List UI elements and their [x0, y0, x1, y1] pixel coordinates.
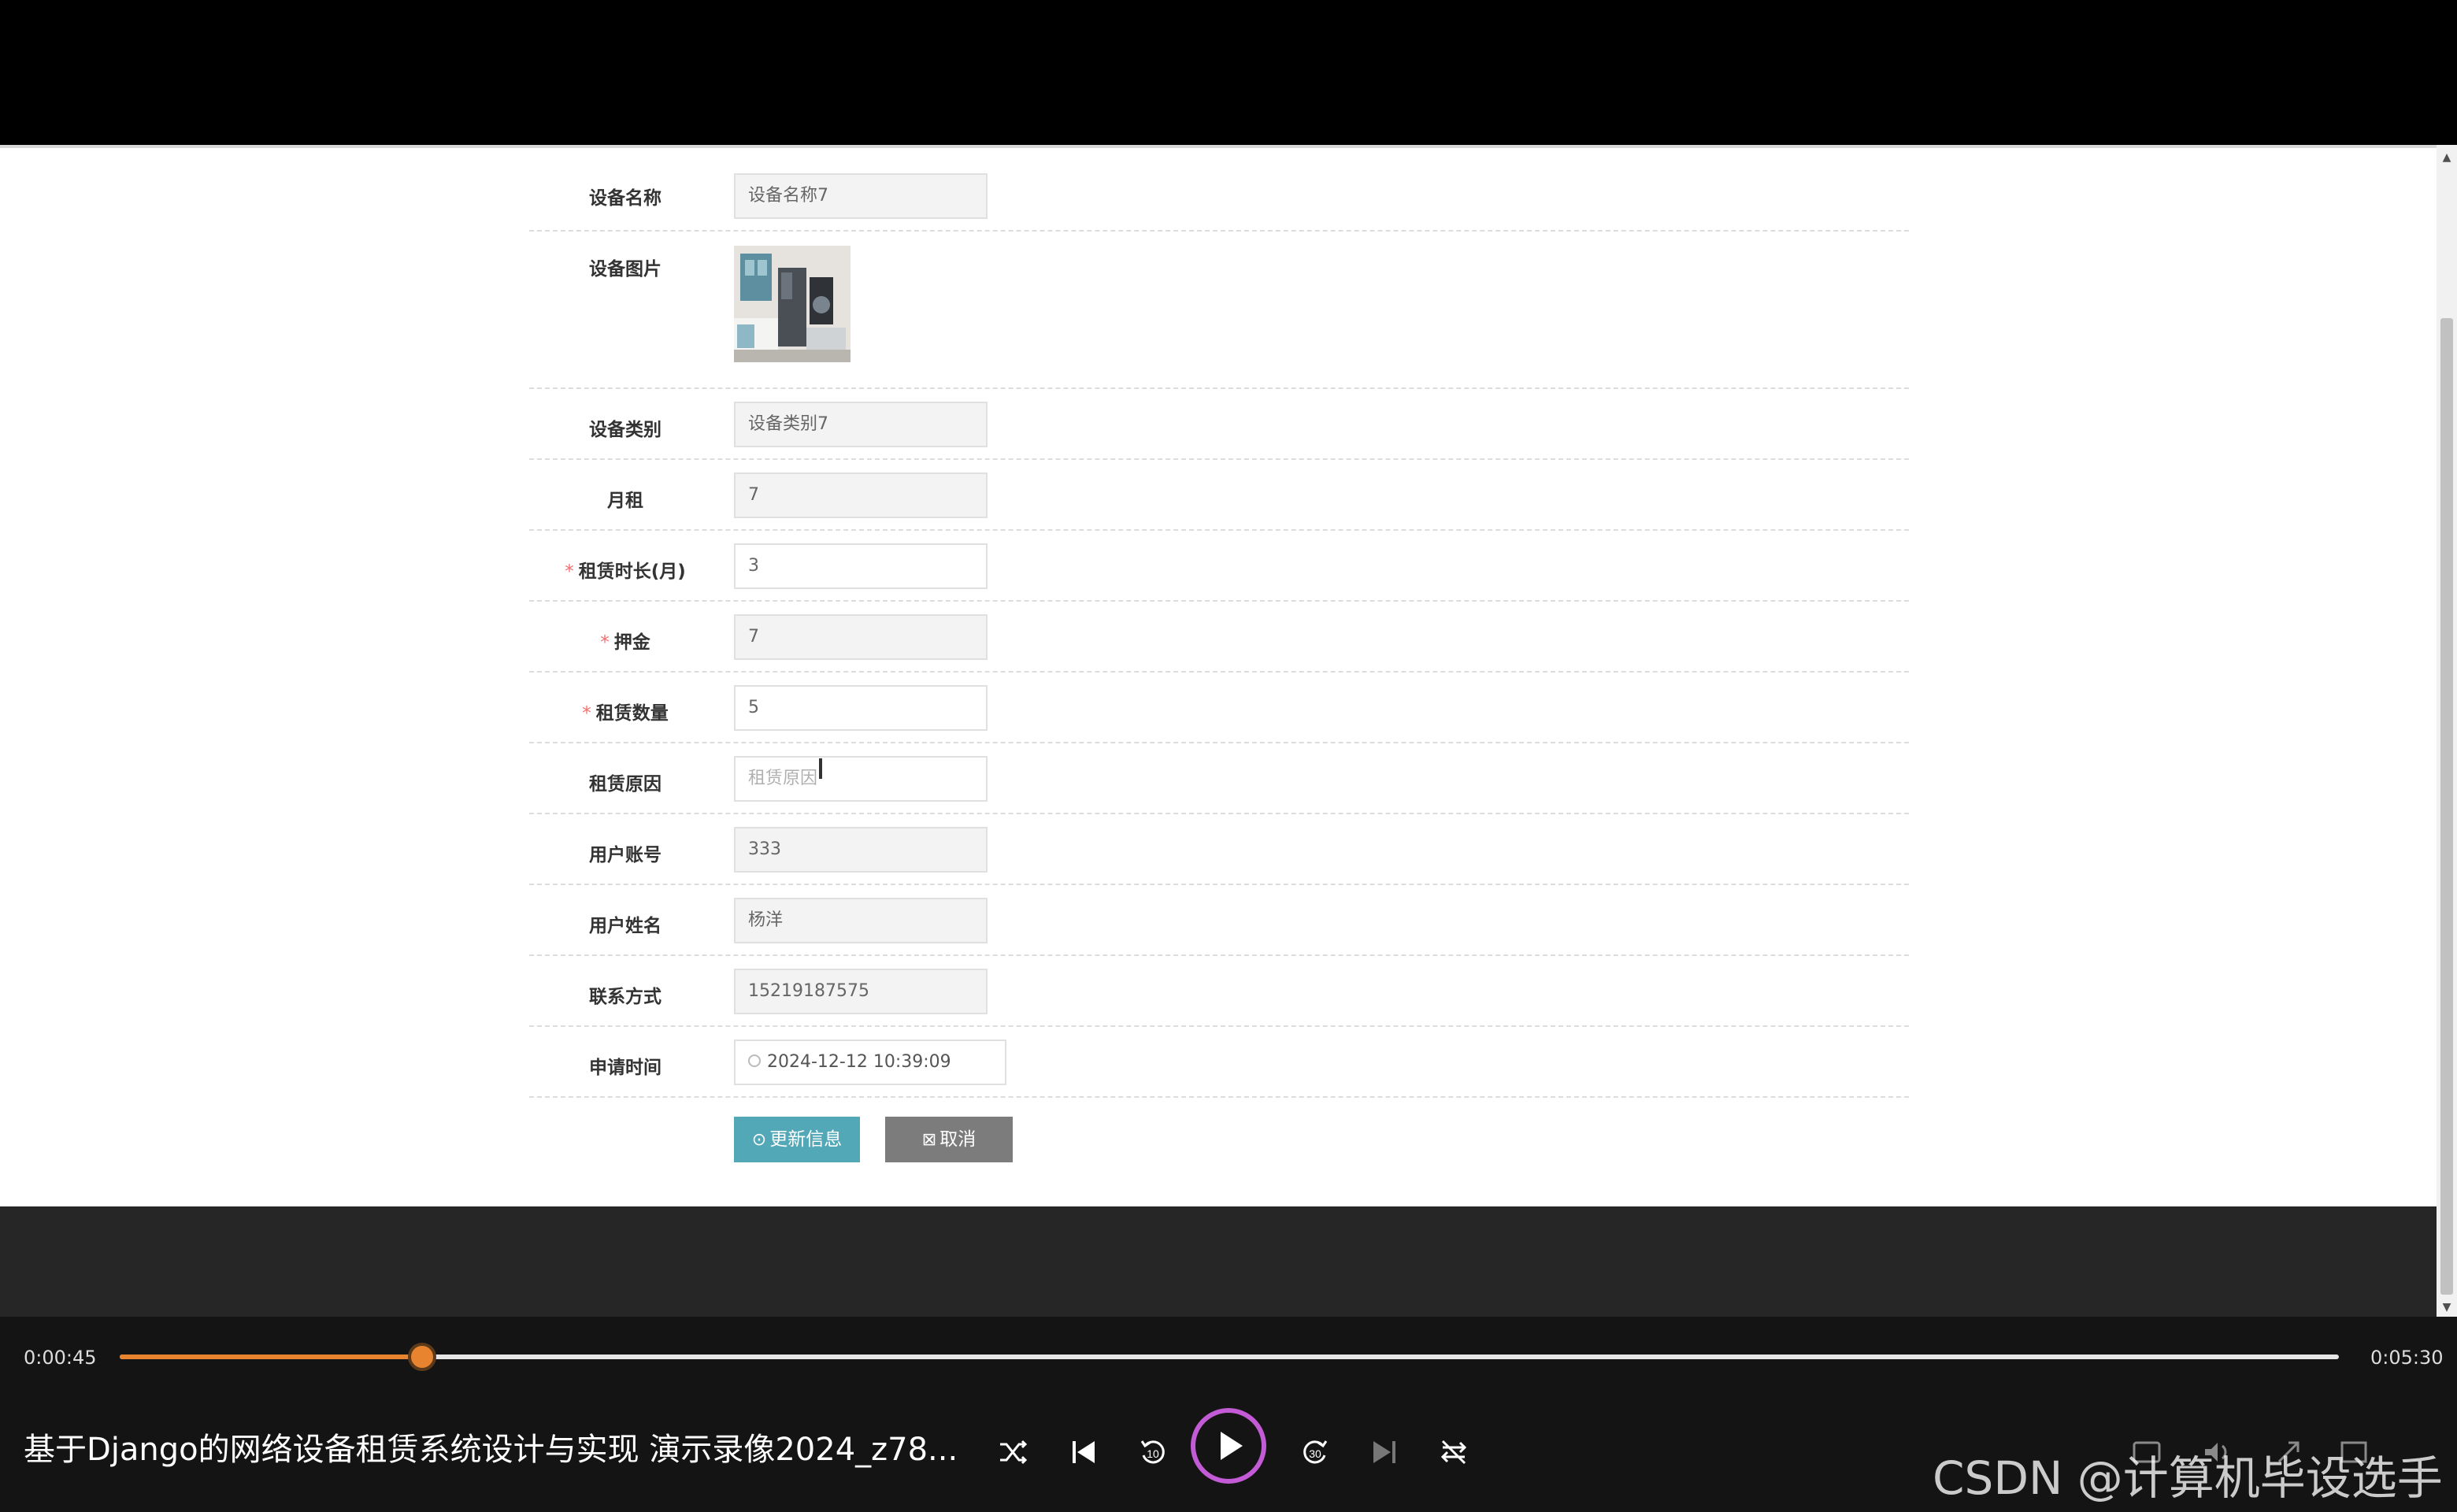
- device-category-input[interactable]: 设备类别7: [734, 402, 988, 447]
- svg-text:10: 10: [1147, 1447, 1159, 1460]
- video-title: 基于Django的网络设备租赁系统设计与实现 演示录像2024_z78...: [24, 1432, 958, 1468]
- current-time: 0:00:45: [24, 1347, 97, 1369]
- text-cursor-icon: [819, 758, 822, 779]
- deposit-label: * 押金: [529, 627, 721, 654]
- user-name-label: 用户姓名: [589, 916, 662, 936]
- device-image-thumbnail[interactable]: [734, 246, 850, 362]
- previous-track-icon[interactable]: [1066, 1435, 1101, 1469]
- seek-knob[interactable]: [408, 1343, 437, 1371]
- form-row-lease-reason: 租赁原因 租赁原因: [529, 743, 1909, 814]
- update-button-label: 更新信息: [769, 1129, 843, 1150]
- device-name-input[interactable]: 设备名称7: [734, 173, 988, 219]
- contact-label: 联系方式: [589, 987, 662, 1007]
- forward-30-icon[interactable]: 30: [1298, 1435, 1332, 1469]
- deposit-label-text: 押金: [613, 632, 650, 653]
- form-row-lease-duration: * 租赁时长(月) 3: [529, 531, 1909, 602]
- watermark: CSDN @计算机毕设选手: [1933, 1451, 2443, 1505]
- update-button[interactable]: ⊙ 更新信息: [734, 1117, 860, 1162]
- cancel-button[interactable]: ⊠ 取消: [885, 1117, 1013, 1162]
- required-mark: *: [565, 561, 574, 582]
- device-name-label: 设备名称: [589, 188, 662, 209]
- shuffle-icon[interactable]: [995, 1435, 1030, 1469]
- lease-duration-label: * 租赁时长(月): [529, 556, 721, 583]
- contact-input[interactable]: 15219187575: [734, 969, 988, 1014]
- close-square-icon: ⊠: [921, 1130, 937, 1150]
- next-track-icon[interactable]: [1367, 1435, 1402, 1469]
- svg-text:30: 30: [1309, 1447, 1321, 1460]
- apply-time-input[interactable]: 2024-12-12 10:39:09: [734, 1040, 1006, 1085]
- seek-bar[interactable]: [120, 1354, 2339, 1359]
- web-page: 设备名称 设备名称7 设备图片 设备类别 设备类别7 月租 7 * 租赁时长(月…: [0, 145, 2437, 1206]
- device-category-label: 设备类别: [589, 420, 662, 440]
- form-row-monthly-rent: 月租 7: [529, 460, 1909, 531]
- deposit-input[interactable]: 7: [734, 614, 988, 660]
- page-footer-band: [0, 1206, 2437, 1317]
- user-account-input[interactable]: 333: [734, 827, 988, 873]
- repeat-off-icon[interactable]: [1436, 1435, 1471, 1469]
- form-row-device-name: 设备名称 设备名称7: [529, 148, 1909, 232]
- video-player-controls: 0:00:45 0:05:30 基于Django的网络设备租赁系统设计与实现 演…: [0, 1317, 2457, 1512]
- rewind-10-icon[interactable]: 10: [1136, 1435, 1170, 1469]
- scroll-up-arrow-icon[interactable]: ▲: [2437, 148, 2457, 167]
- play-button[interactable]: [1191, 1408, 1266, 1484]
- clock-icon: [748, 1054, 761, 1067]
- form-actions: ⊙ 更新信息 ⊠ 取消: [529, 1117, 1909, 1164]
- check-circle-icon: ⊙: [751, 1130, 767, 1150]
- form-row-user-account: 用户账号 333: [529, 814, 1909, 885]
- lease-quantity-label-text: 租赁数量: [595, 703, 669, 724]
- apply-time-value: 2024-12-12 10:39:09: [767, 1052, 951, 1072]
- scroll-thumb[interactable]: [2440, 318, 2453, 1295]
- lease-reason-input[interactable]: 租赁原因: [734, 756, 988, 802]
- lease-reason-label: 租赁原因: [589, 774, 662, 795]
- device-image-label: 设备图片: [589, 259, 662, 280]
- lease-quantity-input[interactable]: 5: [734, 685, 988, 731]
- form-row-user-name: 用户姓名 杨洋: [529, 885, 1909, 956]
- monthly-rent-input[interactable]: 7: [734, 472, 988, 518]
- form-row-device-image: 设备图片: [529, 232, 1909, 389]
- required-mark: *: [600, 632, 610, 653]
- form-row-contact: 联系方式 15219187575: [529, 956, 1909, 1027]
- cancel-button-label: 取消: [939, 1129, 976, 1150]
- form-row-lease-quantity: * 租赁数量 5: [529, 673, 1909, 743]
- total-time: 0:05:30: [2370, 1347, 2444, 1369]
- required-mark: *: [582, 703, 591, 724]
- form-row-device-category: 设备类别 设备类别7: [529, 389, 1909, 460]
- monthly-rent-label: 月租: [607, 491, 643, 511]
- user-name-input[interactable]: 杨洋: [734, 898, 988, 943]
- seek-bar-progress: [120, 1354, 423, 1359]
- lease-duration-input[interactable]: 3: [734, 543, 988, 589]
- scroll-down-arrow-icon[interactable]: ▼: [2437, 1298, 2457, 1317]
- user-account-label: 用户账号: [589, 845, 662, 865]
- apply-time-label: 申请时间: [589, 1058, 662, 1078]
- lease-duration-label-text: 租赁时长(月): [578, 561, 686, 582]
- form-row-deposit: * 押金 7: [529, 602, 1909, 673]
- form-row-apply-time: 申请时间 2024-12-12 10:39:09: [529, 1027, 1909, 1098]
- play-icon: [1221, 1432, 1243, 1460]
- lease-quantity-label: * 租赁数量: [529, 698, 721, 724]
- page-scrollbar[interactable]: ▲ ▼: [2437, 145, 2457, 1317]
- video-letterbox-top: [0, 0, 2457, 145]
